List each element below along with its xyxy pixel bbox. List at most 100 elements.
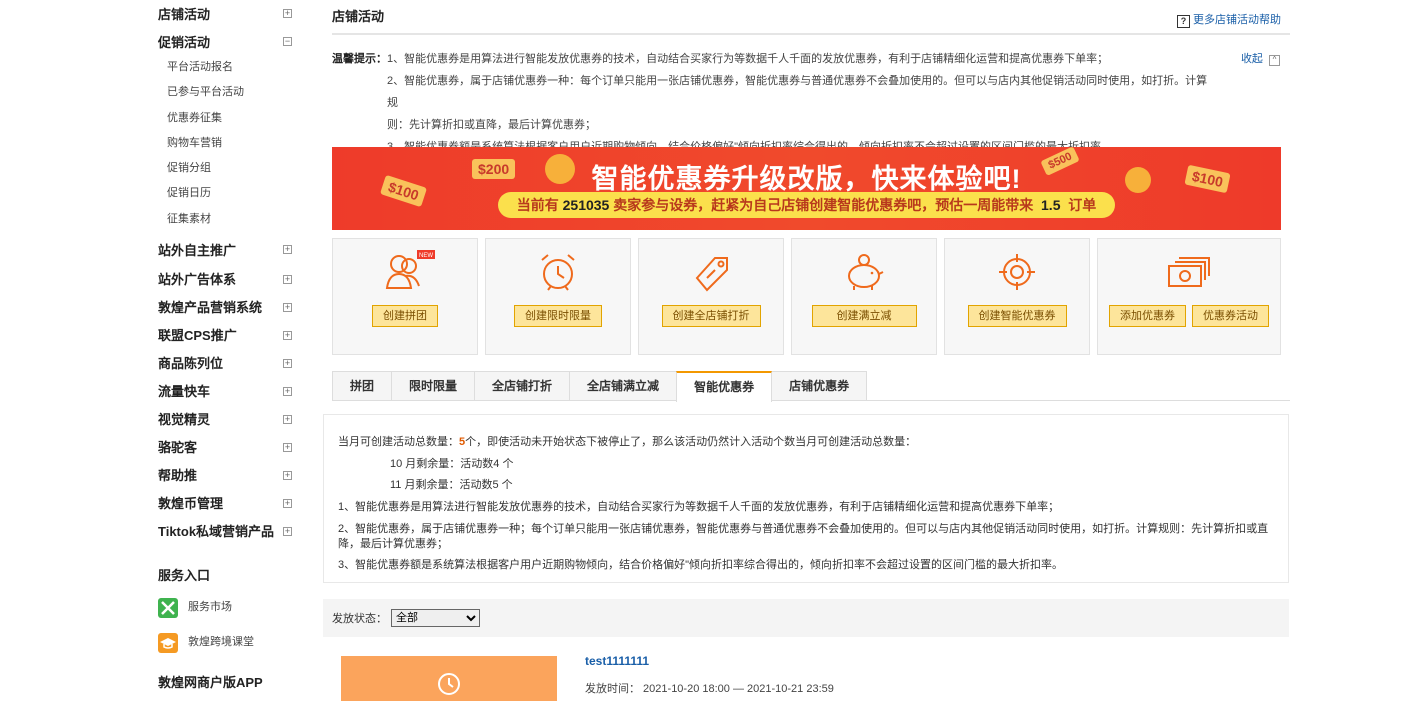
quota-text: 当月可创建活动总数量： [338, 436, 459, 448]
create-flash-sale-button[interactable]: 创建限时限量 [514, 305, 602, 327]
banner-text: 卖家参与设券，赶紧为自己店铺创建智能优惠券吧，预估一周能带来 [613, 197, 1034, 213]
expand-icon[interactable]: + [283, 331, 292, 341]
sidebar-section-store-activity[interactable]: 店铺活动 + [140, 0, 305, 30]
create-group-buy-button[interactable]: 创建拼团 [372, 305, 438, 327]
banner-stats: 当前有 251035 卖家参与设券，赶紧为自己店铺创建智能优惠券吧，预估一周能带… [498, 192, 1115, 218]
sidebar-section-item[interactable]: 视觉精灵 + [140, 406, 305, 434]
sidebar-item-promo-calendar[interactable]: 促销日历 [140, 181, 305, 206]
expand-icon[interactable]: + [283, 443, 292, 453]
promo-banner[interactable]: $200 $100 $500 $100 智能优惠券升级改版，快来体验吧! 当前有… [332, 147, 1281, 230]
tab-store-coupon[interactable]: 店铺优惠券 [771, 371, 868, 400]
sidebar-section-item[interactable]: 帮助推 + [140, 462, 305, 490]
expand-icon[interactable]: + [283, 359, 292, 369]
sidebar-item-material-collection[interactable]: 征集素材 [140, 207, 305, 232]
sidebar-item-platform-signup[interactable]: 平台活动报名 [140, 55, 305, 80]
expand-icon[interactable]: + [283, 303, 292, 313]
create-store-discount-button[interactable]: 创建全店铺打折 [661, 305, 761, 327]
sidebar-section-label: 视觉精灵 [158, 412, 211, 428]
expand-icon[interactable]: + [283, 275, 292, 285]
piggy-bank-icon [848, 254, 884, 290]
help-icon: ? [1177, 15, 1190, 28]
tab-store-full-reduction[interactable]: 全店铺满立减 [569, 371, 678, 400]
sidebar-item-coupon-collection[interactable]: 优惠券征集 [140, 106, 305, 131]
sidebar-section-label: Tiktok私域营销产品 [158, 524, 275, 540]
tip-line: 则：先计算折扣或直降，最后计算优惠券； [387, 119, 596, 131]
sidebar-section-item[interactable]: 站外广告体系 + [140, 266, 305, 294]
status-select[interactable]: 全部 [391, 609, 480, 627]
sidebar-section-item[interactable]: 商品陈列位 + [140, 350, 305, 378]
activity-cards: NEW 创建拼团 创建限时限量 创建全店铺打折 创建满立减 创建智能优惠券 添加… [332, 238, 1281, 355]
tab-store-discount[interactable]: 全店铺打折 [474, 371, 571, 400]
sidebar-section-promo[interactable]: 促销活动 − [140, 30, 305, 55]
sidebar-section-item[interactable]: 联盟CPS推广 + [140, 322, 305, 350]
quota-text: 个，即使活动未开始状态下被停止了，那么该活动仍然计入活动个数当月可创建活动总数量… [465, 436, 917, 448]
sidebar-section-label: 站外自主推广 [158, 243, 237, 259]
expand-icon[interactable]: + [283, 9, 292, 18]
info-paragraph: 2、智能优惠券，属于店铺优惠券一种；每个订单只能用一张店铺优惠券，智能优惠券与普… [338, 523, 1269, 535]
sidebar-section-item[interactable]: 站外自主推广 + [140, 236, 305, 266]
services-heading: 服务入口 [158, 568, 211, 584]
expand-icon[interactable]: + [283, 415, 292, 425]
smart-coupon-info: 当月可创建活动总数量：5个，即使活动未开始状态下被停止了，那么该活动仍然计入活动… [323, 414, 1289, 583]
chevron-up-icon: ^ [1269, 55, 1280, 66]
collapse-label: 收起 [1240, 53, 1263, 65]
sidebar-section-label: 敦煌币管理 [158, 496, 224, 512]
sidebar-section-item[interactable]: 骆驼客 + [140, 434, 305, 462]
quota-line: 当月可创建活动总数量：5个，即使活动未开始状态下被停止了，那么该活动仍然计入活动… [338, 432, 1288, 454]
card-coupon: 添加优惠券 优惠券活动 [1097, 238, 1281, 355]
expand-icon[interactable]: + [283, 527, 292, 537]
sidebar-item-promo-group[interactable]: 促销分组 [140, 156, 305, 181]
expand-icon[interactable]: + [283, 245, 292, 255]
sidebar-section-label: 店铺活动 [158, 7, 211, 22]
status-filter-label: 发放状态： [332, 613, 387, 625]
sidebar-section-item[interactable]: 敦煌产品营销系统 + [140, 294, 305, 322]
sidebar-section-item[interactable]: 流量快车 + [140, 378, 305, 406]
sidebar-section-item[interactable]: 敦煌币管理 + [140, 490, 305, 518]
tips-box: 温馨提示： 1、智能优惠券是用算法进行智能发放优惠券的技术，自动结合买家行为等数… [332, 35, 1290, 158]
expand-icon[interactable]: + [283, 387, 292, 397]
alarm-clock-icon [541, 254, 575, 291]
create-smart-coupon-button[interactable]: 创建智能优惠券 [967, 305, 1067, 327]
sidebar-section-item[interactable]: Tiktok私域营销产品 + [140, 518, 305, 546]
sidebar-item-service-market[interactable]: 服务市场 [140, 590, 305, 625]
sidebar-item-joined-activities[interactable]: 已参与平台活动 [140, 80, 305, 105]
target-icon [999, 254, 1035, 290]
october-remaining: 10 月剩余量：活动数4 个 [390, 457, 514, 470]
tab-group-buy[interactable]: 拼团 [332, 371, 393, 400]
seller-count: 251035 [562, 197, 610, 213]
tab-flash-sale[interactable]: 限时限量 [391, 371, 476, 400]
sidebar-section-label: 促销活动 [158, 35, 211, 50]
banner-headline: 智能优惠券升级改版，快来体验吧! [591, 164, 1022, 194]
coupon-time: 发放时间： 2021-10-20 18:00 — 2021-10-21 23:5… [585, 683, 834, 695]
tools-icon [158, 597, 178, 618]
help-link[interactable]: ? 更多店铺活动帮助 [1177, 11, 1281, 28]
help-link-label: 更多店铺活动帮助 [1193, 14, 1281, 26]
expand-icon[interactable]: + [283, 471, 292, 481]
sidebar-section-label: 骆驼客 [158, 440, 198, 456]
main-content: 店铺活动 ? 更多店铺活动帮助 温馨提示： 1、智能优惠券是用算法进行智能发放优惠… [323, 0, 1290, 701]
price-tag-icon [695, 257, 728, 292]
service-label: 敦煌跨境课堂 [188, 636, 254, 649]
sidebar-item-course[interactable]: 敦煌跨境课堂 [140, 625, 305, 660]
sidebar: 店铺活动 + 促销活动 − 平台活动报名 已参与平台活动 优惠券征集 购物车营销… [140, 0, 305, 691]
coupon-activity-button[interactable]: 优惠券活动 [1192, 305, 1269, 327]
tip-line: 2、智能优惠券，属于店铺优惠券一种：每个订单只能用一张店铺优惠券，智能优惠券与普… [387, 75, 1208, 109]
add-coupon-button[interactable]: 添加优惠券 [1109, 305, 1186, 327]
page-header: 店铺活动 ? 更多店铺活动帮助 [332, 0, 1290, 35]
tab-smart-coupon[interactable]: 智能优惠券 [676, 371, 773, 402]
page-title: 店铺活动 [332, 9, 385, 24]
order-estimate: 1.5 [1041, 197, 1061, 213]
collapse-icon[interactable]: − [283, 37, 292, 46]
create-full-reduction-button[interactable]: 创建满立减 [811, 305, 917, 327]
coupon-name-link[interactable]: test1111111 [585, 654, 649, 668]
collapse-tips-link[interactable]: 收起 ^ [1241, 48, 1280, 70]
service-label: 服务市场 [188, 601, 232, 614]
card-full-reduction: 创建满立减 [791, 238, 937, 355]
expand-icon[interactable]: + [283, 499, 292, 509]
coupon-thumbnail[interactable] [341, 656, 557, 701]
info-paragraph: 3、智能优惠券额是系统算法根据客户用户近期购物倾向，结合价格偏好"倾向折扣率综合… [338, 559, 1064, 571]
merchant-app-heading[interactable]: 敦煌网商户版APP [140, 672, 305, 691]
sidebar-item-cart-marketing[interactable]: 购物车营销 [140, 131, 305, 156]
sidebar-section-label: 商品陈列位 [158, 356, 224, 372]
banner-text: 订单 [1068, 197, 1097, 213]
